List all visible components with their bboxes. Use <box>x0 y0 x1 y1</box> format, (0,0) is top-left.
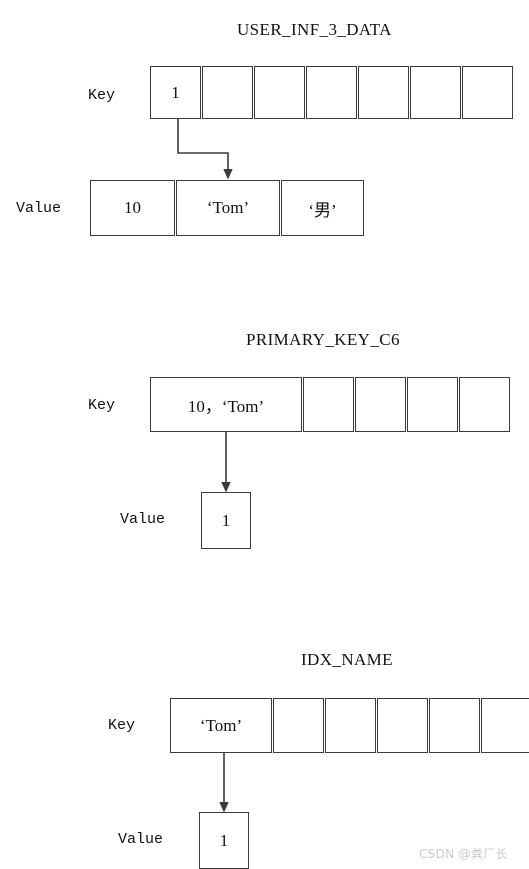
key-bucket-cell[interactable] <box>325 698 376 753</box>
key-bucket-cell[interactable] <box>358 66 409 119</box>
value-cell[interactable]: 10 <box>90 180 175 236</box>
key-label-section-2: Key <box>88 397 116 414</box>
key-bucket-array-section-2: 10，‘Tom’ <box>150 377 510 432</box>
key-bucket-cell[interactable] <box>407 377 458 432</box>
key-bucket-cell[interactable] <box>459 377 510 432</box>
connector-arrow-section-1 <box>177 119 233 180</box>
key-bucket-cell[interactable]: 1 <box>150 66 201 119</box>
csdn-watermark: CSDN @粪厂长 <box>419 847 508 861</box>
key-bucket-cell[interactable] <box>202 66 253 119</box>
key-bucket-cell[interactable] <box>481 698 529 753</box>
value-record-row-section-1: 10 ‘Tom’ ‘男’ <box>90 180 364 236</box>
section-title-idx-name: IDX_NAME <box>301 650 393 669</box>
hash-index-diagram: USER_INF_3_DATA Key 1 Value 10 ‘Tom’ ‘男’… <box>0 0 529 869</box>
key-bucket-cell[interactable] <box>410 66 461 119</box>
key-bucket-cell[interactable]: 10，‘Tom’ <box>150 377 302 432</box>
section-title-primary-key-c6: PRIMARY_KEY_C6 <box>246 330 400 349</box>
key-bucket-cell[interactable] <box>273 698 324 753</box>
key-bucket-cell[interactable] <box>355 377 406 432</box>
key-bucket-array-section-1: 1 <box>150 66 513 119</box>
key-bucket-cell[interactable] <box>462 66 513 119</box>
key-label-section-1: Key <box>88 87 116 104</box>
value-label-section-3: Value <box>118 831 164 848</box>
value-cell[interactable]: ‘男’ <box>281 180 364 236</box>
key-bucket-cell[interactable] <box>377 698 428 753</box>
key-bucket-array-section-3: ‘Tom’ <box>170 698 529 753</box>
key-bucket-cell[interactable] <box>429 698 480 753</box>
section-title-user-inf-3-data: USER_INF_3_DATA <box>237 20 392 39</box>
key-bucket-cell[interactable] <box>254 66 305 119</box>
key-bucket-cell[interactable] <box>306 66 357 119</box>
key-bucket-cell[interactable] <box>303 377 354 432</box>
key-label-section-3: Key <box>108 717 136 734</box>
value-label-section-1: Value <box>16 200 62 217</box>
key-bucket-cell[interactable]: ‘Tom’ <box>170 698 272 753</box>
value-cell[interactable]: 1 <box>201 492 251 549</box>
value-cell[interactable]: 1 <box>199 812 249 869</box>
value-label-section-2: Value <box>120 511 166 528</box>
value-cell[interactable]: ‘Tom’ <box>176 180 280 236</box>
